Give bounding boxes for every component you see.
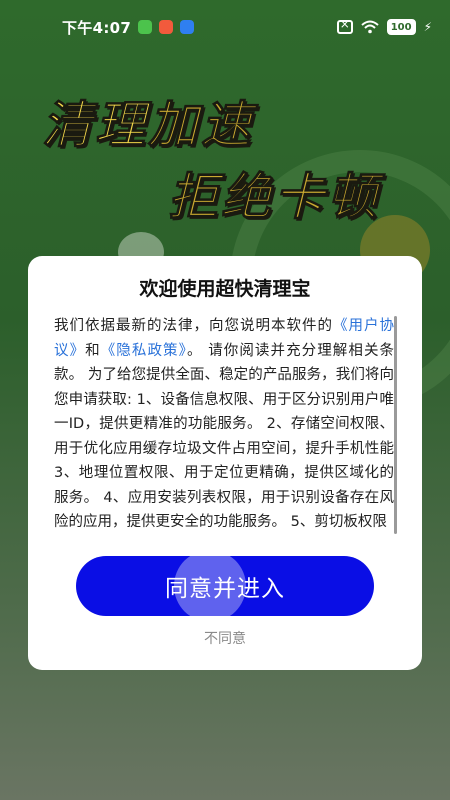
sim-off-icon [336, 17, 353, 34]
privacy-dialog: 欢迎使用超快清理宝 我们依据最新的法律，向您说明本软件的《用户协议》和《隐私政策… [28, 256, 422, 670]
dialog-scrollbar[interactable] [394, 316, 397, 534]
notification-app-icon [159, 20, 174, 34]
headline-line2: 拒绝卡顿 [168, 168, 380, 227]
notification-app-icon [180, 20, 195, 34]
disagree-link[interactable]: 不同意 [28, 628, 422, 648]
agree-button[interactable]: 同意并进入 [76, 556, 374, 616]
privacy-policy-link[interactable]: 《隐私政策》 [101, 343, 187, 359]
headline-part1: 清理 [42, 96, 148, 155]
dialog-title: 欢迎使用超快清理宝 [139, 278, 311, 300]
body-prefix: 我们依据最新的法律，向您说明本软件的 [54, 318, 333, 334]
dialog-body: 我们依据最新的法律，向您说明本软件的《用户协议》和《隐私政策》。 请你阅读并充分… [54, 314, 394, 535]
promo-headline: 清理加速 拒绝卡顿 [42, 85, 378, 227]
charging-icon: ⚡ [423, 20, 432, 34]
status-bar: 下午4:07 100 ⚡ [0, 0, 450, 54]
battery-icon: 100 [386, 19, 416, 35]
dialog-scroll-area[interactable]: 我们依据最新的法律，向您说明本软件的《用户协议》和《隐私政策》。 请你阅读并充分… [54, 314, 394, 594]
status-time: 下午4:07 [62, 18, 132, 37]
body-and: 和 [85, 342, 101, 359]
wifi-icon [361, 20, 379, 34]
body-text: 。 请你阅读并充分理解相关条款。 为了给您提供全面、稳定的产品服务，我们将向您申… [54, 342, 394, 531]
notification-app-icon [138, 20, 153, 34]
agree-button-label: 同意并进入 [165, 576, 285, 602]
headline-part2: 加速 [148, 96, 254, 155]
